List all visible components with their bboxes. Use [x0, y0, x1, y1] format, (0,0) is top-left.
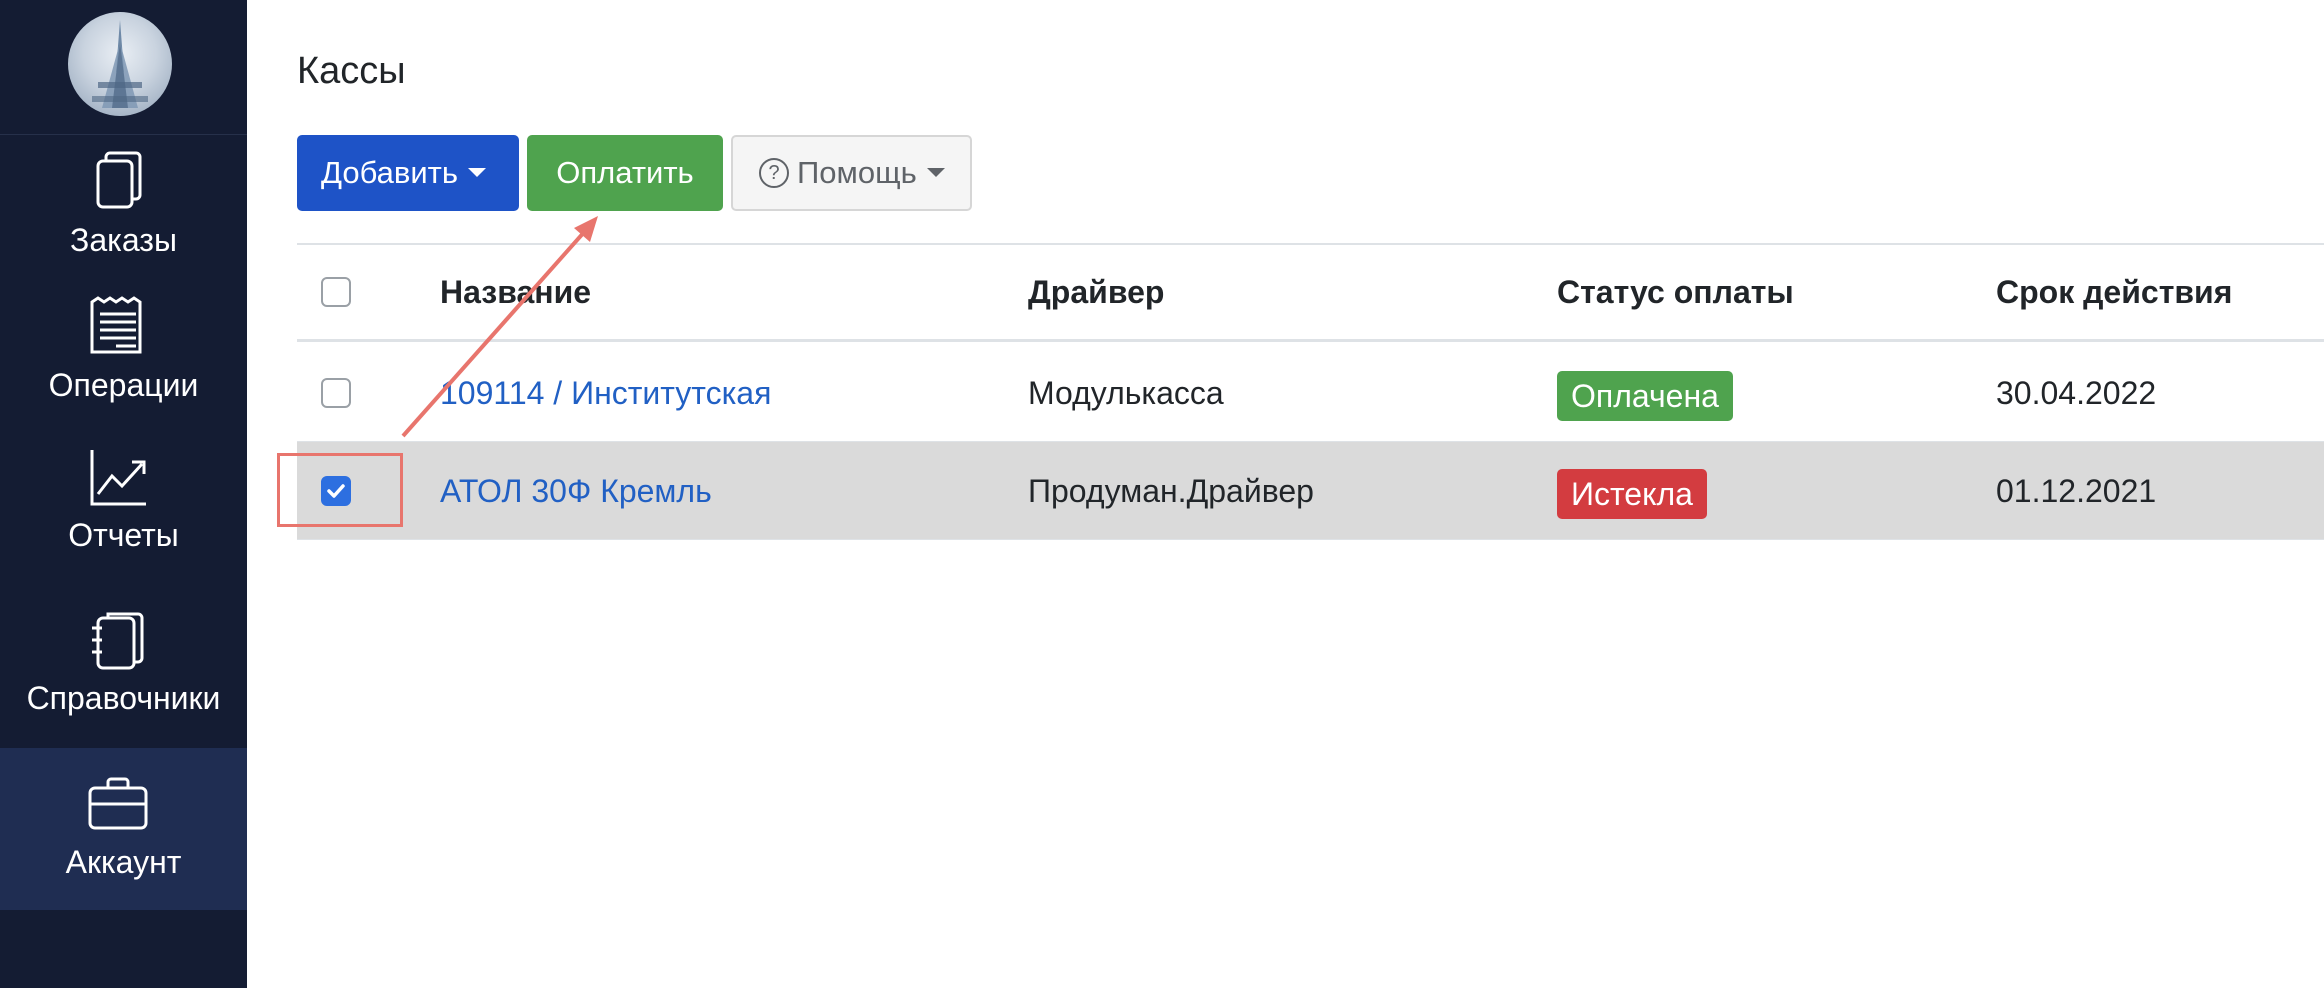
status-badge: Оплачена — [1557, 370, 1733, 421]
table-row[interactable]: 109114 / Институтская Модулькасса Оплаче… — [297, 344, 2324, 442]
sidebar-item-label: Аккаунт — [65, 844, 182, 880]
table-header: Название Драйвер Статус оплаты Срок дейс… — [297, 245, 2324, 342]
sidebar-item-label: Операции — [48, 367, 199, 403]
table-row-selected[interactable]: АТОЛ 30Ф Кремль Продуман.Драйвер Истекла… — [297, 442, 2324, 540]
sidebar-item-label: Заказы — [70, 222, 177, 258]
briefcase-icon — [88, 777, 148, 830]
sidebar-header — [0, 0, 247, 135]
avatar[interactable] — [68, 12, 172, 116]
driver-cell: Модулькасса — [1028, 375, 1224, 411]
pay-button[interactable]: Оплатить — [527, 135, 723, 211]
receipt-icon — [90, 296, 142, 354]
page-title: Кассы — [297, 50, 406, 92]
add-dropdown-button[interactable]: Добавить — [297, 135, 519, 211]
avatar-image — [92, 20, 148, 108]
cash-register-name-link[interactable]: 109114 / Институтская — [440, 344, 771, 442]
sidebar-item-reports[interactable]: Отчеты — [0, 440, 247, 600]
help-button-label: Помощь — [797, 155, 917, 190]
sidebar-item-operations[interactable]: Операции — [0, 290, 247, 440]
sidebar-item-orders[interactable]: Заказы — [0, 135, 247, 295]
cash-register-name-link[interactable]: АТОЛ 30Ф Кремль — [440, 442, 712, 540]
status-badge: Истекла — [1557, 468, 1707, 519]
app-root: Заказы Операции Отчеты Справочники Аккау… — [0, 0, 2324, 988]
sidebar: Заказы Операции Отчеты Справочники Аккау… — [0, 0, 247, 988]
notebook-icon — [92, 612, 144, 670]
chart-line-icon — [90, 450, 146, 506]
pay-button-label: Оплатить — [556, 155, 694, 190]
sidebar-item-directories[interactable]: Справочники — [0, 600, 247, 748]
orders-icon — [96, 151, 142, 209]
caret-down-icon — [468, 168, 487, 178]
sidebar-item-account[interactable]: Аккаунт — [0, 748, 247, 910]
question-circle-icon: ? — [759, 157, 789, 188]
payment-status-cell: Истекла — [1557, 442, 1707, 540]
caret-down-icon — [926, 168, 945, 178]
help-dropdown-button[interactable]: ? Помощь — [731, 135, 972, 211]
valid-until-cell: 01.12.2021 — [1996, 473, 2157, 509]
driver-cell: Продуман.Драйвер — [1028, 473, 1314, 509]
row-checkbox[interactable] — [321, 378, 351, 408]
add-button-label: Добавить — [321, 155, 459, 190]
annotation-highlight-box — [277, 453, 403, 527]
column-header-valid-until[interactable]: Срок действия — [1996, 245, 2232, 339]
select-all-checkbox[interactable] — [321, 277, 351, 307]
valid-until-cell: 30.04.2022 — [1996, 375, 2157, 411]
sidebar-item-label: Отчеты — [68, 517, 179, 553]
payment-status-cell: Оплачена — [1557, 344, 1733, 442]
sidebar-item-label: Справочники — [26, 680, 221, 716]
column-header-name[interactable]: Название — [440, 245, 591, 339]
column-header-payment-status[interactable]: Статус оплаты — [1557, 245, 1794, 339]
column-header-driver[interactable]: Драйвер — [1028, 245, 1164, 339]
